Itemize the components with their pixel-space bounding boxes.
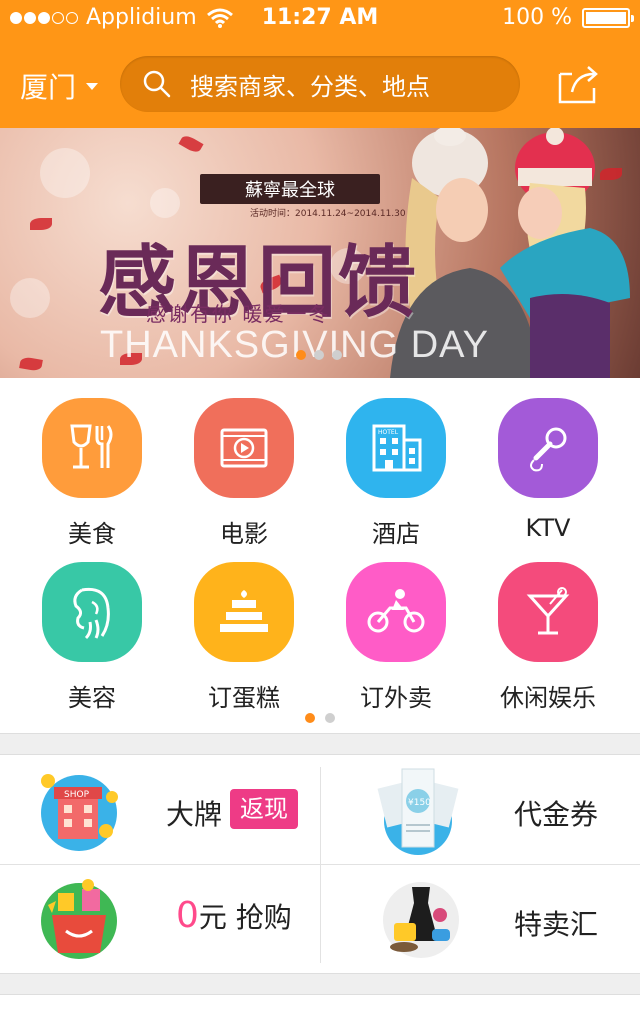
- promo-label: 元 抢购: [198, 901, 292, 934]
- category-label: KTV: [525, 514, 571, 542]
- banner-page-dot[interactable]: [332, 350, 342, 360]
- search-input[interactable]: 搜索商家、分类、地点: [120, 56, 520, 112]
- category-hotel[interactable]: HOTEL 酒店: [316, 378, 476, 548]
- category-label: 订外卖: [360, 684, 432, 712]
- banner-page-dot[interactable]: [314, 350, 324, 360]
- cocktail-icon: [498, 562, 598, 662]
- promo-label: 特卖汇: [514, 908, 599, 941]
- fashion-items-icon: [383, 882, 459, 958]
- voucher-tickets-icon: ¥150: [377, 768, 459, 855]
- svg-text:SHOP: SHOP: [64, 790, 90, 800]
- cake-icon: [194, 562, 294, 662]
- shop-building-icon: SHOP: [41, 774, 118, 851]
- category-page-indicator: [305, 713, 335, 723]
- banner-activity-time: 活动时间：2014.11.24~2014.11.30: [250, 209, 406, 219]
- banner-subtitle: 感谢有你 暖爱一冬: [146, 302, 331, 326]
- promo-voucher[interactable]: ¥150 代金券: [320, 755, 640, 865]
- category-ktv[interactable]: KTV: [468, 378, 628, 542]
- banner-page-indicator: [296, 350, 342, 360]
- next-section-card: [0, 994, 640, 1012]
- gift-bag-icon: [41, 879, 117, 959]
- category-label: 休闲娱乐: [500, 684, 596, 712]
- search-placeholder: 搜索商家、分类、地点: [190, 72, 430, 101]
- promo-flash-sale[interactable]: 特卖汇: [320, 865, 640, 975]
- svg-text:HOTEL: HOTEL: [378, 429, 399, 436]
- category-cake[interactable]: 订蛋糕: [164, 542, 324, 712]
- woman-face-icon: [42, 562, 142, 662]
- cashback-badge: 返现: [230, 789, 298, 829]
- city-label: 厦门: [20, 71, 77, 104]
- svg-text:¥150: ¥150: [408, 798, 431, 808]
- category-food[interactable]: 美食: [12, 378, 172, 548]
- city-selector[interactable]: 厦门: [20, 66, 99, 106]
- motorbike-delivery-icon: [346, 562, 446, 662]
- banner-english-title: THANKSGIVING DAY: [100, 324, 490, 366]
- search-icon: [143, 70, 171, 98]
- category-page-dot[interactable]: [325, 713, 335, 723]
- share-icon[interactable]: [556, 64, 602, 104]
- category-grid: 美食 电影 HOTEL 酒店 KTV 美容 订蛋糕 订外卖 休闲娱乐: [0, 378, 640, 734]
- category-leisure[interactable]: 休闲娱乐: [468, 542, 628, 712]
- category-label: 订蛋糕: [208, 684, 280, 712]
- header-bar: Applidium 11:27 AM 100 % 厦门 搜索商家、分类、地点: [0, 0, 640, 128]
- promo-zero-yuan[interactable]: 0元 抢购: [0, 865, 320, 975]
- promo-banner[interactable]: 蘇寧最全球 活动时间：2014.11.24~2014.11.30 感恩回馈 感谢…: [0, 128, 640, 378]
- film-play-icon: [194, 398, 294, 498]
- microphone-icon: [498, 398, 598, 498]
- hotel-building-icon: HOTEL: [346, 398, 446, 498]
- promo-brand-cashback[interactable]: SHOP 大牌 返现: [0, 755, 320, 865]
- category-movie[interactable]: 电影: [164, 378, 324, 548]
- promo-label: 大牌: [166, 798, 223, 831]
- nav-bar: 厦门 搜索商家、分类、地点: [0, 40, 640, 128]
- status-bar: Applidium 11:27 AM 100 %: [0, 0, 640, 40]
- battery-percent: 100 %: [502, 5, 572, 30]
- category-takeout[interactable]: 订外卖: [316, 542, 476, 712]
- zero-price: 0: [176, 895, 199, 936]
- battery-icon: [582, 7, 634, 28]
- caret-down-icon: [86, 82, 99, 90]
- category-beauty[interactable]: 美容: [12, 542, 172, 712]
- category-label: 美容: [68, 684, 116, 712]
- promo-grid: SHOP 大牌 返现 ¥150 代金券 0元 抢购 特卖汇: [0, 754, 640, 974]
- banner-page-dot[interactable]: [296, 350, 306, 360]
- category-page-dot[interactable]: [305, 713, 315, 723]
- promo-label: 代金券: [514, 798, 599, 831]
- banner-brand: 蘇寧最全球: [200, 174, 380, 204]
- fork-knife-glass-icon: [42, 398, 142, 498]
